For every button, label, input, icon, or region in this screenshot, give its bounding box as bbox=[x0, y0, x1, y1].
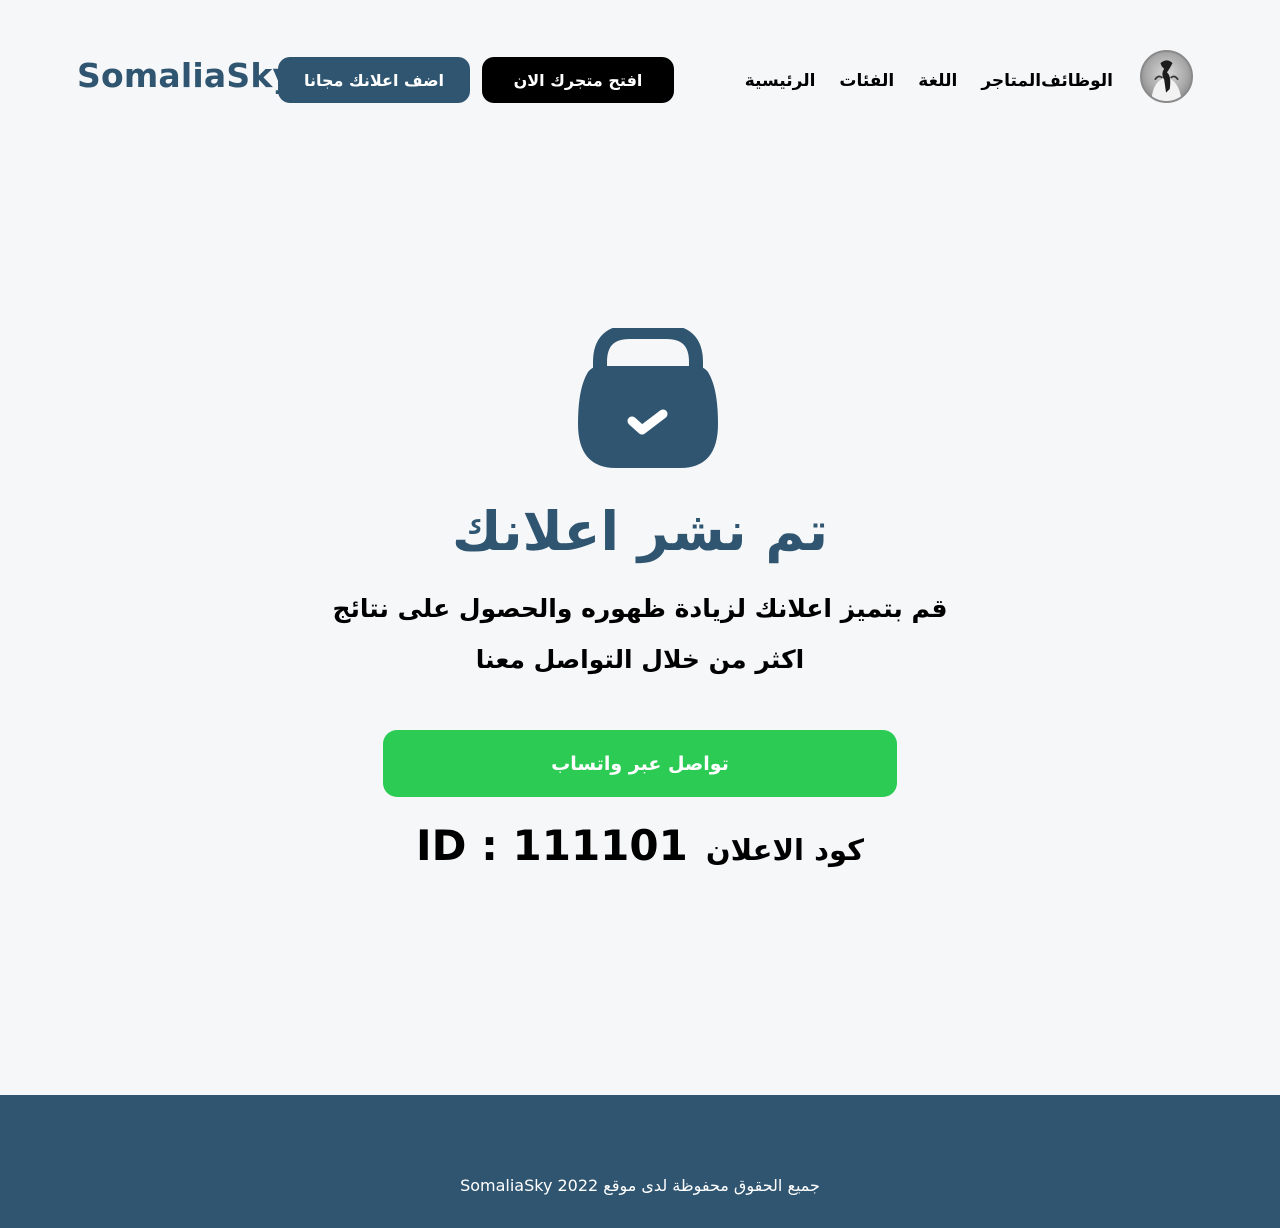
open-store-button[interactable]: افتح متجرك الان bbox=[482, 57, 674, 103]
footer-copyright: جميع الحقوق محفوظة لدى موقع SomaliaSky 2… bbox=[460, 1176, 820, 1195]
subtitle-line-1: قم بتميز اعلانك لزيادة ظهوره والحصول على… bbox=[332, 594, 948, 623]
nav-item-stores[interactable]: المتاجر bbox=[981, 71, 1041, 91]
ad-code: ID : 111101 كود الاعلان bbox=[0, 818, 1280, 878]
ad-code-value: ID : 111101 bbox=[415, 821, 688, 870]
user-avatar-icon[interactable] bbox=[1140, 50, 1193, 103]
bag-check-icon bbox=[578, 328, 718, 468]
nav-item-jobs[interactable]: الوظائف bbox=[1041, 71, 1113, 91]
brand-logo[interactable]: SomaliaSky bbox=[77, 54, 294, 98]
nav-item-home[interactable]: الرئيسية bbox=[745, 71, 816, 91]
whatsapp-contact-button[interactable]: تواصل عبر واتساب bbox=[383, 730, 897, 797]
main-nav: الرئيسية الفئات اللغة المتاجر الوظائف bbox=[721, 66, 1113, 96]
subtitle-line-2: اكثر من خلال التواصل معنا bbox=[475, 645, 805, 674]
ad-code-label: كود الاعلان bbox=[705, 833, 864, 867]
page-title: تم نشر اعلانك bbox=[452, 500, 828, 563]
avatar-image bbox=[1151, 60, 1182, 101]
add-ad-free-button[interactable]: اضف اعلانك مجانا bbox=[278, 57, 470, 103]
nav-item-categories[interactable]: الفئات bbox=[839, 71, 894, 91]
page: SomaliaSky اضف اعلانك مجانا افتح متجرك ا… bbox=[0, 0, 1280, 1228]
nav-item-language[interactable]: اللغة bbox=[918, 71, 957, 91]
footer: جميع الحقوق محفوظة لدى موقع SomaliaSky 2… bbox=[0, 1095, 1280, 1228]
